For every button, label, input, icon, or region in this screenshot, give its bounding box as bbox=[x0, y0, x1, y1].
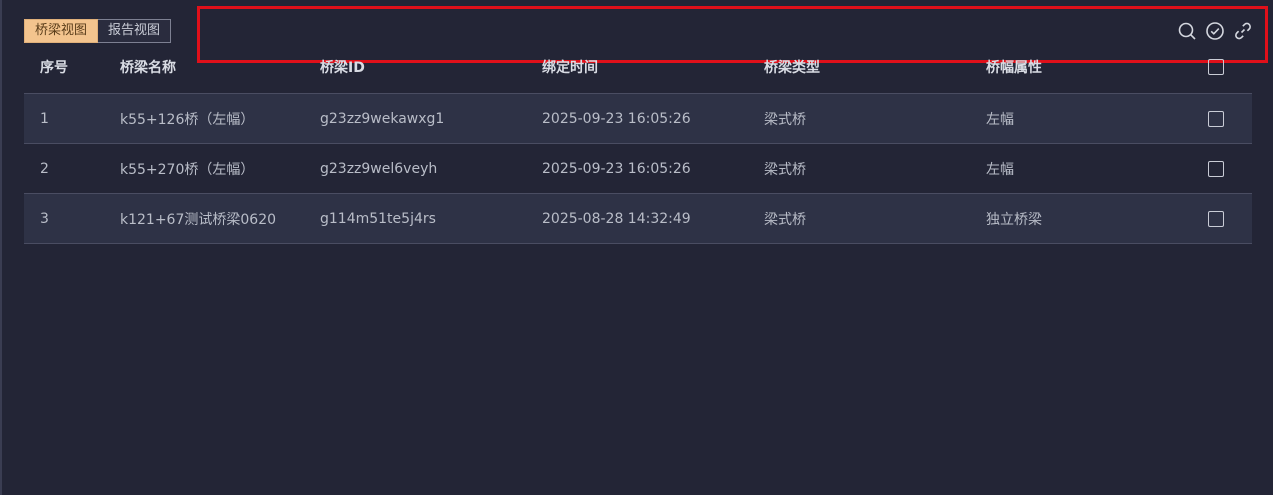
table-row[interactable]: 2 k55+270桥（左幅） g23zz9wel6veyh 2025-09-23… bbox=[24, 144, 1252, 194]
view-toggle: 桥梁视图 报告视图 bbox=[24, 19, 172, 43]
cell-type: 梁式桥 bbox=[764, 161, 806, 178]
row-checkbox[interactable] bbox=[1208, 110, 1224, 127]
cell-time: 2025-09-23 16:05:26 bbox=[542, 110, 691, 127]
cell-id: g114m51te5j4rs bbox=[320, 210, 436, 227]
search-icon[interactable] bbox=[1177, 21, 1197, 41]
table-row[interactable]: 1 k55+126桥（左幅） g23zz9wekawxg1 2025-09-23… bbox=[24, 94, 1252, 144]
header-id: 桥梁ID bbox=[320, 59, 365, 76]
cell-index: 2 bbox=[40, 160, 49, 177]
cell-time: 2025-08-28 14:32:49 bbox=[542, 210, 691, 227]
row-checkbox[interactable] bbox=[1208, 210, 1224, 227]
cell-time: 2025-09-23 16:05:26 bbox=[542, 160, 691, 177]
cell-attr: 左幅 bbox=[986, 111, 1014, 128]
report-view-button[interactable]: 报告视图 bbox=[98, 19, 172, 43]
cell-check bbox=[1208, 110, 1252, 127]
header-time: 绑定时间 bbox=[542, 59, 598, 76]
bridge-table: 序号 桥梁名称 桥梁ID 绑定时间 桥梁类型 桥幅属性 1 k55+126桥（左… bbox=[24, 52, 1252, 244]
cell-check bbox=[1208, 210, 1252, 227]
header-name: 桥梁名称 bbox=[120, 59, 176, 76]
cell-attr: 独立桥梁 bbox=[986, 211, 1042, 228]
header-attr: 桥幅属性 bbox=[986, 59, 1042, 76]
cell-attr: 左幅 bbox=[986, 161, 1014, 178]
cell-name: k55+126桥（左幅） bbox=[120, 111, 255, 128]
select-all-checkbox[interactable] bbox=[1208, 58, 1224, 75]
cell-check bbox=[1208, 160, 1252, 177]
cell-type: 梁式桥 bbox=[764, 111, 806, 128]
row-checkbox[interactable] bbox=[1208, 160, 1224, 177]
cell-name: k121+67测试桥梁0620 bbox=[120, 211, 277, 228]
cell-index: 1 bbox=[40, 110, 49, 127]
table-header: 序号 桥梁名称 桥梁ID 绑定时间 桥梁类型 桥幅属性 bbox=[24, 52, 1252, 94]
cell-id: g23zz9wekawxg1 bbox=[320, 110, 445, 127]
header-check-cell bbox=[1208, 58, 1252, 75]
cell-name: k55+270桥（左幅） bbox=[120, 161, 255, 178]
app-root: 桥梁视图 报告视图 序号 桥梁名称 桥梁ID 绑定时间 桥梁类型 桥幅属性 1 bbox=[0, 0, 1273, 495]
toolbar bbox=[1177, 21, 1253, 41]
table-row[interactable]: 3 k121+67测试桥梁0620 g114m51te5j4rs 2025-08… bbox=[24, 194, 1252, 244]
cell-type: 梁式桥 bbox=[764, 211, 806, 228]
cell-id: g23zz9wel6veyh bbox=[320, 160, 438, 177]
link-icon[interactable] bbox=[1233, 21, 1253, 41]
cell-index: 3 bbox=[40, 210, 49, 227]
check-circle-icon[interactable] bbox=[1205, 21, 1225, 41]
header-index: 序号 bbox=[40, 59, 68, 76]
header-type: 桥梁类型 bbox=[764, 59, 820, 76]
bridge-view-button[interactable]: 桥梁视图 bbox=[24, 19, 99, 43]
